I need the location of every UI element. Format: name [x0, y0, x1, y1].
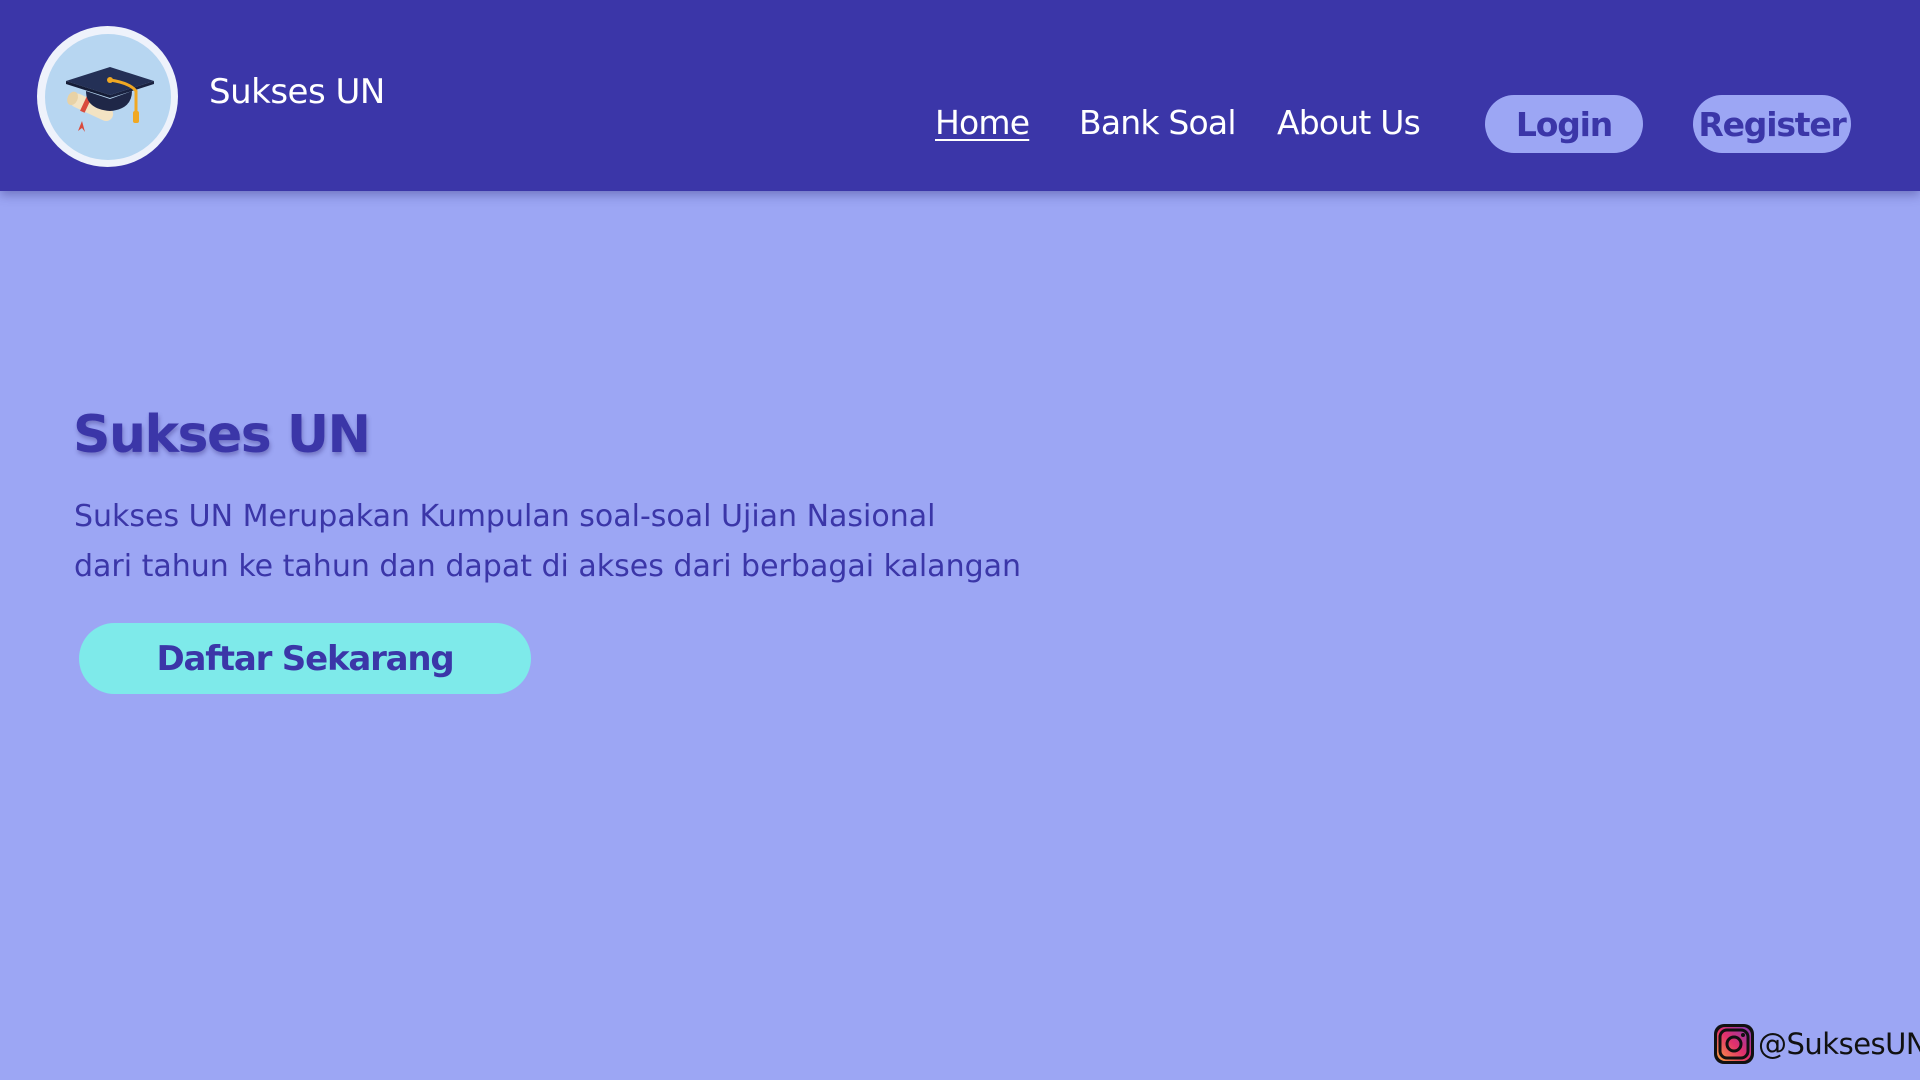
- brand-logo[interactable]: [37, 26, 178, 167]
- brand-name: Sukses UN: [209, 72, 385, 112]
- hero-description-line: dari tahun ke tahun dan dapat di akses d…: [74, 549, 1022, 584]
- instagram-icon: [1712, 1022, 1756, 1066]
- hero-title: Sukses UN: [73, 405, 371, 465]
- nav-link-home[interactable]: Home: [935, 103, 1030, 142]
- nav-link-about-us[interactable]: About Us: [1277, 103, 1421, 142]
- instagram-handle: @SuksesUN: [1758, 1027, 1920, 1061]
- daftar-sekarang-button[interactable]: Daftar Sekarang: [79, 623, 531, 694]
- register-button[interactable]: Register: [1693, 95, 1851, 153]
- login-button[interactable]: Login: [1485, 95, 1643, 153]
- graduation-cap-icon: [44, 33, 171, 160]
- instagram-link[interactable]: @SuksesUN: [1712, 1022, 1920, 1066]
- hero-description: Sukses UN Merupakan Kumpulan soal-soal U…: [74, 492, 1021, 592]
- hero-description-line: Sukses UN Merupakan Kumpulan soal-soal U…: [74, 499, 936, 534]
- navbar: Sukses UN Home Bank Soal About Us Login …: [0, 0, 1920, 191]
- nav-link-bank-soal[interactable]: Bank Soal: [1079, 103, 1237, 142]
